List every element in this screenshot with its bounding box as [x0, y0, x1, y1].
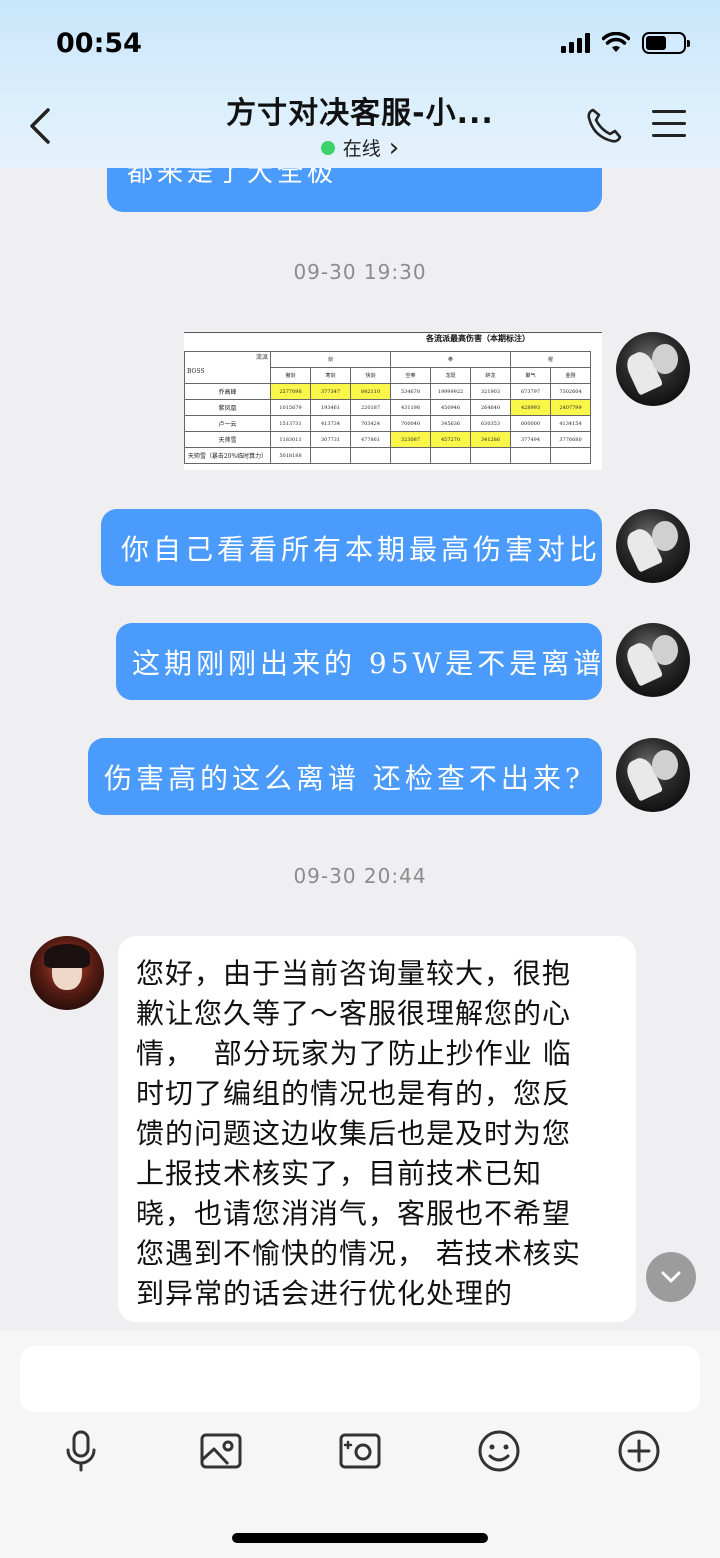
message-line: 晓，也请您消消气，客服也不希望: [136, 1197, 572, 1230]
message-text: 你自己看看所有本期最高伤害对比: [121, 532, 602, 566]
my-avatar[interactable]: [616, 738, 690, 812]
image-icon[interactable]: [198, 1428, 244, 1474]
wifi-icon: [602, 32, 630, 52]
my-avatar[interactable]: [616, 509, 690, 583]
outgoing-message[interactable]: 伤害高的这么离谱 还检查不出来?: [88, 738, 602, 815]
phone-call-button[interactable]: [584, 106, 624, 146]
message-line: 您遇到不愉快的情况， 若技术核实: [136, 1237, 581, 1270]
online-dot-icon: [320, 140, 335, 155]
message-text: 伤害高的这么离谱 还检查不出来?: [104, 761, 584, 795]
table-row: 天帅雪 1183011 307731 477861 323087 457270 …: [184, 431, 591, 448]
timestamp: 09-30 20:44: [293, 864, 427, 888]
online-label: 在线: [342, 138, 381, 160]
input-toolbar: [0, 1428, 720, 1488]
table-row: 卢一云 1513731 413734 703424 700040 345636 …: [184, 415, 591, 432]
incoming-message[interactable]: 您好，由于当前咨询量较大，很抱 歉让您久等了～客服很理解您的心 情， 部分玩家为…: [118, 936, 636, 1322]
message-text: 这期刚刚出来的 95W是不是离谱: [132, 646, 606, 680]
status-time: 00:54: [56, 28, 142, 59]
table-row: 乔高峰 2577098 377347 842110 534678 1999992…: [184, 383, 591, 400]
table-row: 紫凤凰 1015679 193461 220187 431198 450946 …: [184, 399, 591, 416]
outgoing-message[interactable]: 你自己看看所有本期最高伤害对比: [101, 509, 602, 586]
status-icons: [561, 32, 690, 54]
emoji-icon[interactable]: [476, 1428, 522, 1474]
camera-icon[interactable]: [337, 1428, 383, 1474]
microphone-icon[interactable]: [58, 1428, 104, 1474]
message-input[interactable]: [20, 1346, 700, 1412]
my-avatar[interactable]: [616, 332, 690, 406]
damage-table: 流派 BOSS 剑 拳 棍 傲剑 寒剑 快剑 空拳 龙斑 醉龙 聚气 金刚 乔高峰…: [184, 351, 591, 464]
outgoing-message[interactable]: 这期刚刚出来的 95W是不是离谱: [116, 623, 602, 700]
message-line: 情， 部分玩家为了防止抄作业 临: [136, 1037, 572, 1070]
my-avatar[interactable]: [616, 623, 690, 697]
more-menu-button[interactable]: [652, 110, 686, 144]
message-line: 到异常的话会进行优化处理的: [136, 1277, 514, 1310]
scroll-to-bottom-button[interactable]: [646, 1252, 696, 1302]
battery-icon: [642, 32, 690, 54]
message-line: 上报技术核实了，目前技术已知: [136, 1157, 543, 1190]
chevron-right-icon: ›: [388, 132, 400, 163]
message-line: 时切了编组的情况也是有的，您反: [136, 1077, 572, 1110]
home-indicator[interactable]: [232, 1533, 488, 1543]
agent-avatar[interactable]: [30, 936, 104, 1010]
message-line: 馈的问题这边收集后也是及时为您: [136, 1117, 572, 1150]
table-row: 天帅雪（暴击20%临时算力） 5018188: [184, 447, 591, 464]
damage-table-image[interactable]: 各流派最高伤害（本期标注） 流派 BOSS 剑 拳 棍 傲剑 寒剑 快剑 空拳 龙…: [184, 332, 602, 470]
plus-icon[interactable]: [616, 1428, 662, 1474]
chat-header: 00:54 方寸对决客服-小... 在线 ›: [0, 0, 720, 168]
input-area: [0, 1330, 720, 1558]
table-caption: 各流派最高伤害（本期标注）: [426, 334, 530, 343]
chevron-down-icon: [661, 1271, 681, 1283]
timestamp: 09-30 19:30: [293, 260, 427, 284]
signal-icon: [561, 33, 590, 53]
message-line: 歉让您久等了～客服很理解您的心: [136, 997, 572, 1030]
message-line: 您好，由于当前咨询量较大，很抱: [136, 957, 572, 990]
